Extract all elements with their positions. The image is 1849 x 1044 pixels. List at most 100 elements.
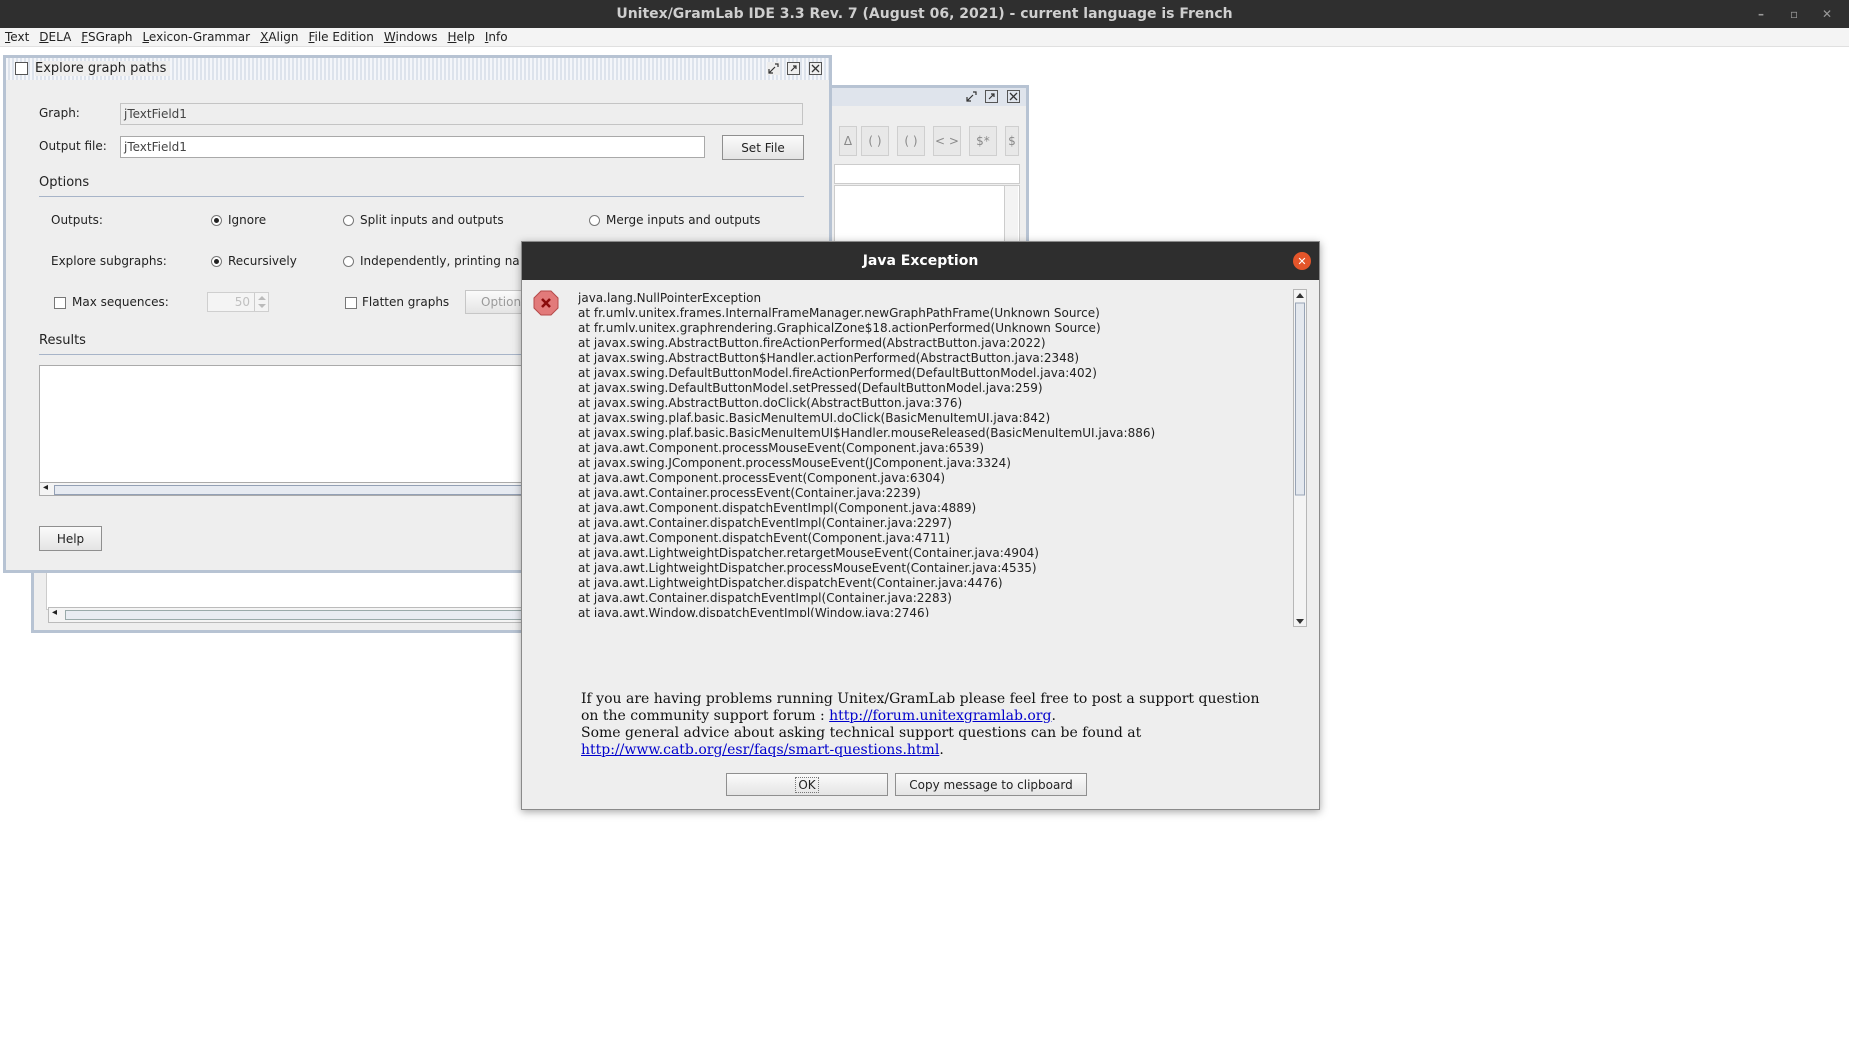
stack-trace-line: at java.awt.Container.processEvent(Conta…	[578, 486, 921, 500]
iconify-icon[interactable]	[767, 62, 780, 75]
stack-trace-line: at java.awt.Component.processMouseEvent(…	[578, 441, 984, 455]
graph-field: jTextField1	[120, 103, 803, 125]
exception-name: java.lang.NullPointerException	[578, 291, 762, 305]
app-title-bar: Unitex/GramLab IDE 3.3 Rev. 7 (August 06…	[0, 0, 1849, 28]
outputs-ignore-radio[interactable]	[211, 215, 222, 226]
support-message-line4-end: .	[939, 742, 944, 758]
dialog-title: Java Exception	[862, 253, 979, 269]
outputs-label: Outputs:	[51, 213, 103, 227]
subgraphs-independent-radio[interactable]	[343, 256, 354, 267]
menu-bar: Text DELA FSGraph Lexicon-Grammar XAlign…	[0, 28, 1849, 47]
help-button[interactable]: Help	[39, 526, 102, 551]
stack-trace-line: at java.awt.Container.dispatchEventImpl(…	[578, 591, 952, 605]
menu-xalign[interactable]: XAlign	[260, 30, 298, 44]
dialog-title-bar: Java Exception ✕	[522, 242, 1319, 280]
max-sequences-label: Max sequences:	[72, 295, 169, 309]
toolbar-dollar-button[interactable]: $	[1005, 126, 1019, 156]
stack-trace-line: at javax.swing.DefaultButtonModel.fireAc…	[578, 366, 1097, 380]
stack-trace-text[interactable]: java.lang.NullPointerException at fr.umlv…	[578, 291, 1288, 617]
graph-lower-area	[46, 568, 548, 610]
subgraphs-recursive-radio[interactable]	[211, 256, 222, 267]
max-sequences-checkbox[interactable]	[54, 297, 66, 309]
ok-label: OK	[795, 776, 819, 793]
frame-icon	[15, 62, 28, 75]
outputs-merge-label: Merge inputs and outputs	[606, 213, 761, 227]
support-message-line3: Some general advice about asking technic…	[581, 725, 1142, 741]
stack-trace-line: at java.awt.LightweightDispatcher.dispat…	[578, 576, 1003, 590]
iconify-icon[interactable]	[965, 90, 978, 103]
results-header: Results	[39, 333, 86, 348]
support-message: If you are having problems running Unite…	[581, 691, 1281, 759]
stack-trace-line: at fr.umlv.unitex.graphrendering.Graphic…	[578, 321, 1101, 335]
support-message-line1: If you are having problems running Unite…	[581, 691, 1260, 707]
menu-lexicon-grammar[interactable]: Lexicon-Grammar	[142, 30, 250, 44]
maximize-icon[interactable]: ▫	[1790, 0, 1798, 28]
explore-title: Explore graph paths	[35, 61, 171, 76]
java-exception-dialog: Java Exception ✕ java.lang.NullPointerEx…	[521, 241, 1320, 810]
close-icon[interactable]: ✕	[1293, 252, 1311, 270]
graph-vscroll[interactable]	[1004, 186, 1018, 246]
stack-trace-line: at javax.swing.plaf.basic.BasicMenuItemU…	[578, 411, 1051, 425]
menu-help[interactable]: Help	[447, 30, 474, 44]
toolbar-parens-button[interactable]: ( )	[861, 126, 889, 156]
stack-trace-line: at java.awt.LightweightDispatcher.proces…	[578, 561, 1037, 575]
graph-text-field[interactable]	[834, 164, 1020, 184]
subgraphs-recursive-label: Recursively	[228, 254, 297, 268]
menu-fsgraph[interactable]: FSGraph	[81, 30, 132, 44]
menu-info[interactable]: Info	[485, 30, 508, 44]
set-file-button[interactable]: Set File	[722, 135, 804, 160]
faq-link[interactable]: http://www.catb.org/esr/faqs/smart-quest…	[581, 742, 939, 758]
flatten-graphs-checkbox[interactable]	[345, 297, 357, 309]
close-icon[interactable]	[1007, 90, 1020, 103]
toolbar-angle-button[interactable]: < >	[933, 126, 961, 156]
subgraphs-independent-label: Independently, printing na	[360, 254, 520, 268]
results-hscroll[interactable]: ◂	[39, 482, 529, 496]
stack-trace-line: at javax.swing.DefaultButtonModel.setPre…	[578, 381, 1043, 395]
options-separator	[39, 196, 804, 197]
stack-trace-line: at javax.swing.AbstractButton$Handler.ac…	[578, 351, 1080, 365]
scroll-left-icon[interactable]: ◂	[43, 482, 48, 493]
ok-button[interactable]: OK	[726, 773, 888, 796]
stack-trace-line: at java.awt.Container.dispatchEventImpl(…	[578, 516, 952, 530]
maximize-icon[interactable]	[787, 62, 800, 75]
spinner-arrows-icon[interactable]	[254, 293, 269, 311]
support-message-line2-text: on the community support forum :	[581, 708, 830, 724]
close-icon[interactable]	[809, 62, 822, 75]
graph-hscroll[interactable]: ◂	[48, 607, 550, 623]
error-x-icon	[533, 290, 559, 316]
stack-trace-line: at java.awt.LightweightDispatcher.retarg…	[578, 546, 1039, 560]
menu-file-edition[interactable]: File Edition	[308, 30, 373, 44]
stack-trace-line: at javax.swing.JComponent.processMouseEv…	[578, 456, 1011, 470]
forum-link[interactable]: http://forum.unitexgramlab.org	[829, 708, 1051, 724]
stack-trace-line: at javax.swing.AbstractButton.fireAction…	[578, 336, 1046, 350]
outputs-merge-radio[interactable]	[589, 215, 600, 226]
options-header: Options	[39, 175, 90, 190]
support-message-line2: on the community support forum : http://…	[581, 708, 1281, 725]
menu-windows[interactable]: Windows	[384, 30, 438, 44]
outputs-split-radio[interactable]	[343, 215, 354, 226]
outputs-ignore-label: Ignore	[228, 213, 267, 227]
flatten-graphs-label: Flatten graphs	[362, 295, 450, 309]
toolbar-parens2-button[interactable]: ( )	[897, 126, 925, 156]
results-area[interactable]	[39, 365, 531, 484]
minimize-icon[interactable]: –	[1758, 0, 1764, 28]
stack-trace-line: at javax.swing.AbstractButton.doClick(Ab…	[578, 396, 963, 410]
explore-title-bar: Explore graph paths	[6, 58, 829, 80]
menu-text[interactable]: Text	[5, 30, 29, 44]
outputs-split-label: Split inputs and outputs	[360, 213, 504, 227]
explore-subgraphs-label: Explore subgraphs:	[51, 254, 167, 268]
menu-dela[interactable]: DELA	[39, 30, 71, 44]
copy-to-clipboard-button[interactable]: Copy message to clipboard	[895, 773, 1087, 796]
toolbar-var-button[interactable]: $*	[969, 126, 997, 156]
output-file-label: Output file:	[39, 139, 107, 153]
results-separator	[39, 354, 529, 355]
maximize-icon[interactable]	[985, 90, 998, 103]
app-title: Unitex/GramLab IDE 3.3 Rev. 7 (August 06…	[616, 6, 1233, 22]
graph-label: Graph:	[39, 106, 80, 120]
output-file-field[interactable]: jTextField1	[120, 136, 705, 158]
toolbar-delta-button[interactable]: Δ	[839, 126, 857, 156]
close-window-icon[interactable]: ✕	[1822, 0, 1832, 28]
stack-trace-vscroll[interactable]	[1293, 289, 1307, 627]
stack-trace-line: at fr.umlv.unitex.frames.InternalFrameMa…	[578, 306, 1100, 320]
stack-trace-line: at java.awt.Component.dispatchEvent(Comp…	[578, 531, 951, 545]
